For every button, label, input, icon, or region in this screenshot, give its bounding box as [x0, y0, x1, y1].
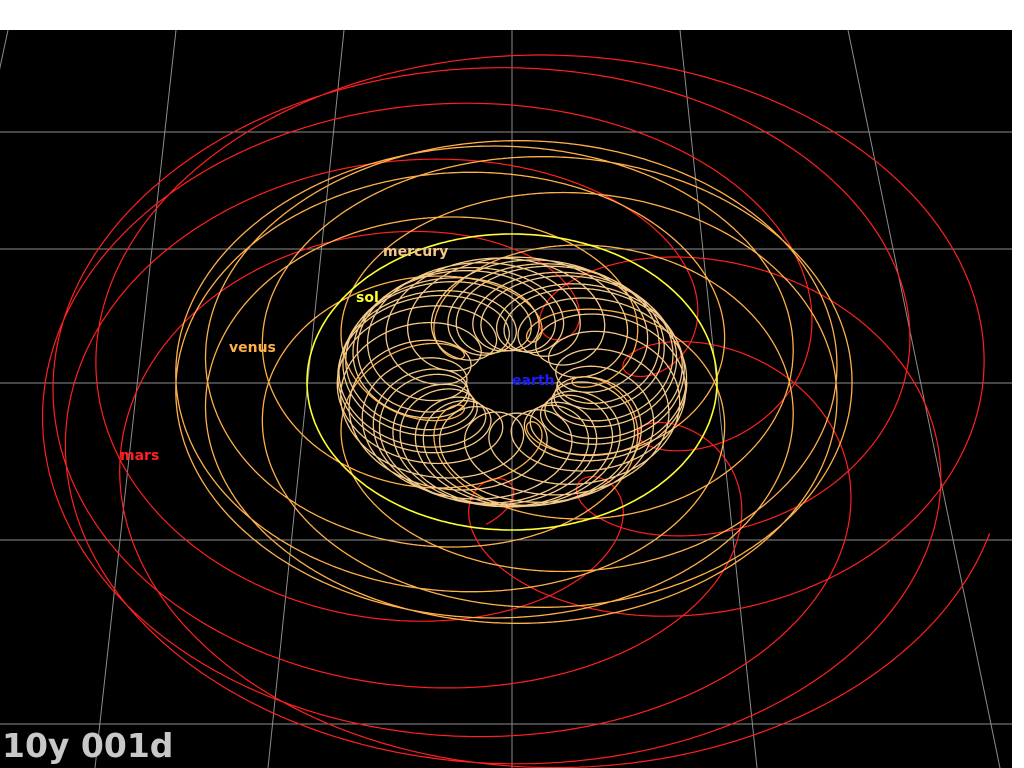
grid-line: [0, 30, 9, 70]
label-mercury: mercury: [383, 244, 448, 260]
grid-line: [847, 30, 1001, 768]
label-sol: sol: [356, 290, 379, 306]
label-mars: mars: [120, 448, 159, 464]
grid-line: [267, 30, 345, 768]
mars-orbit-trail: [42, 54, 991, 768]
grid-line: [94, 30, 177, 768]
grid-line: [679, 30, 758, 768]
mars-orbit-path: [42, 54, 991, 768]
3d-viewport[interactable]: mercury sol venus earth mars 10y 001d: [0, 30, 1012, 768]
label-venus: venus: [229, 340, 276, 356]
label-earth: earth: [512, 373, 555, 389]
orbit-scene[interactable]: mercury sol venus earth mars: [0, 30, 1012, 768]
window-edge: [1012, 30, 1024, 768]
elapsed-time-readout: 10y 001d: [2, 726, 174, 765]
window-top-bar: [0, 0, 1024, 30]
